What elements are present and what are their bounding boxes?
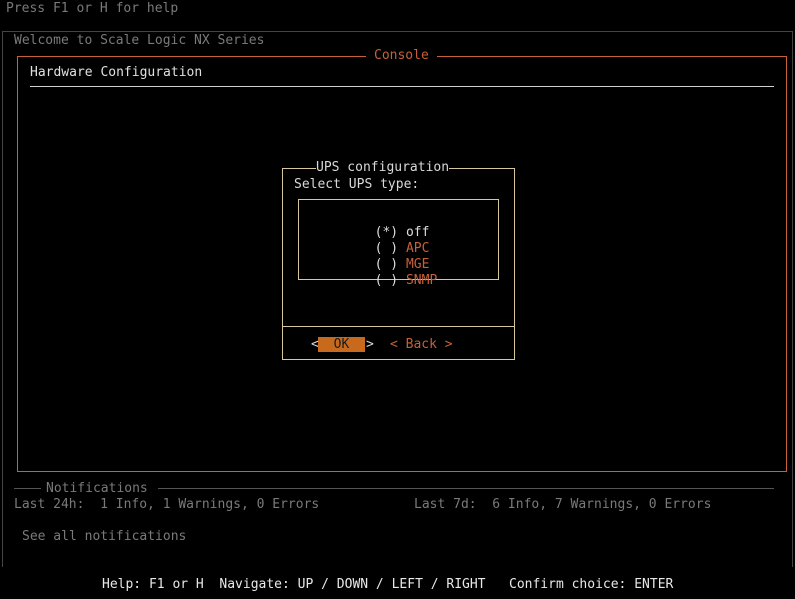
notifications-title: Notifications [46,481,148,496]
dialog-separator [283,326,514,327]
dialog-title: UPS configuration [316,160,450,176]
notifications-24h: Last 24h: 1 Info, 1 Warnings, 0 Errors [14,497,320,512]
heading-divider [30,86,774,87]
section-heading: Hardware Configuration [30,65,203,80]
welcome-banner: Welcome to Scale Logic NX Series [14,33,265,48]
help-hint: Press F1 or H for help [6,1,179,16]
ok-button[interactable]: OK [318,337,365,352]
option-snmp[interactable]: ( ) SNMP [359,257,438,289]
dialog-prompt: Select UPS type: [294,177,420,192]
console-title: Console [366,48,437,64]
notifications-rule-left [14,488,41,489]
notifications-rule-right [158,488,774,489]
ok-right-bracket: > [366,337,374,352]
option-label: SNMP [405,273,438,288]
help-bar-text: Help: F1 or H Navigate: UP / DOWN / LEFT… [102,577,674,592]
see-all-notifications-link[interactable]: See all notifications [22,529,186,545]
notifications-7d: Last 7d: 6 Info, 7 Warnings, 0 Errors [414,497,712,512]
back-button[interactable]: < Back > [390,337,453,353]
radio-icon: ( ) [374,273,399,288]
